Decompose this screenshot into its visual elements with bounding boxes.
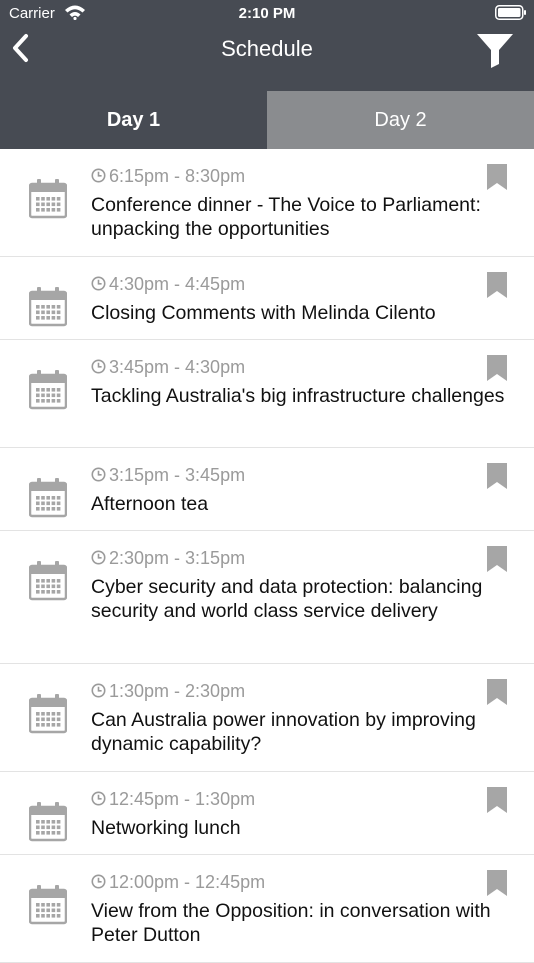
session-time: 3:45pm - 4:30pm (91, 357, 245, 378)
session-time: 4:30pm - 4:45pm (91, 274, 245, 295)
calendar-icon (29, 370, 67, 410)
bookmark-icon[interactable] (486, 546, 508, 572)
calendar-icon (29, 179, 67, 219)
clock-icon (91, 276, 106, 291)
tab-day-1[interactable]: Day 1 (0, 91, 267, 149)
session-title: View from the Opposition: in conversatio… (91, 900, 491, 946)
session-title: Can Australia power innovation by improv… (91, 709, 476, 755)
session-row[interactable]: 3:45pm - 4:30pm Tackling Australia's big … (0, 340, 534, 448)
session-title: Conference dinner - The Voice to Parliam… (91, 194, 481, 240)
bookmark-icon[interactable] (486, 355, 508, 381)
status-time: 2:10 PM (238, 5, 296, 22)
session-list: 6:15pm - 8:30pm Conference dinner - The V… (0, 149, 534, 963)
session-time-text: 4:30pm - 4:45pm (109, 274, 246, 294)
session-row[interactable]: 4:30pm - 4:45pm Closing Comments with Mel… (0, 257, 534, 340)
session-time: 12:45pm - 1:30pm (91, 789, 255, 810)
tab-day-2[interactable]: Day 2 (267, 91, 534, 149)
session-title: Cyber security and data protection: bala… (91, 576, 483, 622)
session-time-text: 12:00pm - 12:45pm (109, 872, 266, 892)
session-time-text: 3:45pm - 4:30pm (109, 357, 246, 377)
bookmark-icon[interactable] (486, 463, 508, 489)
calendar-icon (29, 287, 67, 327)
session-time-text: 6:15pm - 8:30pm (109, 166, 246, 186)
clock-icon (91, 683, 106, 698)
page-title: Schedule (221, 36, 313, 61)
session-row[interactable]: 6:15pm - 8:30pm Conference dinner - The V… (0, 149, 534, 257)
status-bar: Carrier 2:10 PM (0, 0, 534, 28)
session-row[interactable]: 12:00pm - 12:45pm View from the Oppositio… (0, 855, 534, 963)
session-time-text: 1:30pm - 2:30pm (109, 681, 246, 701)
session-time-text: 12:45pm - 1:30pm (109, 789, 256, 809)
clock-icon (91, 550, 106, 565)
battery-icon (495, 5, 526, 20)
session-row[interactable]: 2:30pm - 3:15pm Cyber security and data p… (0, 531, 534, 664)
session-time: 3:15pm - 3:45pm (91, 465, 245, 486)
day-tabs: Day 1 Day 2 (0, 91, 534, 149)
clock-icon (91, 359, 106, 374)
bookmark-icon[interactable] (486, 787, 508, 813)
session-time: 1:30pm - 2:30pm (91, 681, 245, 702)
calendar-icon (29, 478, 67, 518)
calendar-icon (29, 561, 67, 601)
bookmark-icon[interactable] (486, 272, 508, 298)
session-title: Closing Comments with Melinda Cilento (91, 302, 436, 324)
bookmark-icon[interactable] (486, 870, 508, 896)
session-row[interactable]: 12:45pm - 1:30pm Networking lunch (0, 772, 534, 855)
calendar-icon (29, 694, 67, 734)
session-time: 2:30pm - 3:15pm (91, 548, 245, 569)
calendar-icon (29, 885, 67, 925)
clock-icon (91, 168, 106, 183)
session-time: 12:00pm - 12:45pm (91, 872, 265, 893)
session-row[interactable]: 1:30pm - 2:30pm Can Australia power innov… (0, 664, 534, 772)
clock-icon (91, 874, 106, 889)
bookmark-icon[interactable] (486, 679, 508, 705)
session-time-text: 2:30pm - 3:15pm (109, 548, 246, 568)
clock-icon (91, 791, 106, 806)
session-time: 6:15pm - 8:30pm (91, 166, 245, 187)
session-row[interactable]: 3:15pm - 3:45pm Afternoon tea (0, 448, 534, 531)
filter-icon[interactable] (473, 30, 517, 70)
bookmark-icon[interactable] (486, 164, 508, 190)
session-title: Networking lunch (91, 817, 241, 839)
clock-icon (91, 467, 106, 482)
calendar-icon (29, 802, 67, 842)
session-title: Tackling Australia's big infrastructure … (91, 385, 505, 407)
session-title: Afternoon tea (91, 493, 209, 515)
app-header: Carrier 2:10 PM Schedule (0, 0, 534, 91)
session-time-text: 3:15pm - 3:45pm (109, 465, 246, 485)
